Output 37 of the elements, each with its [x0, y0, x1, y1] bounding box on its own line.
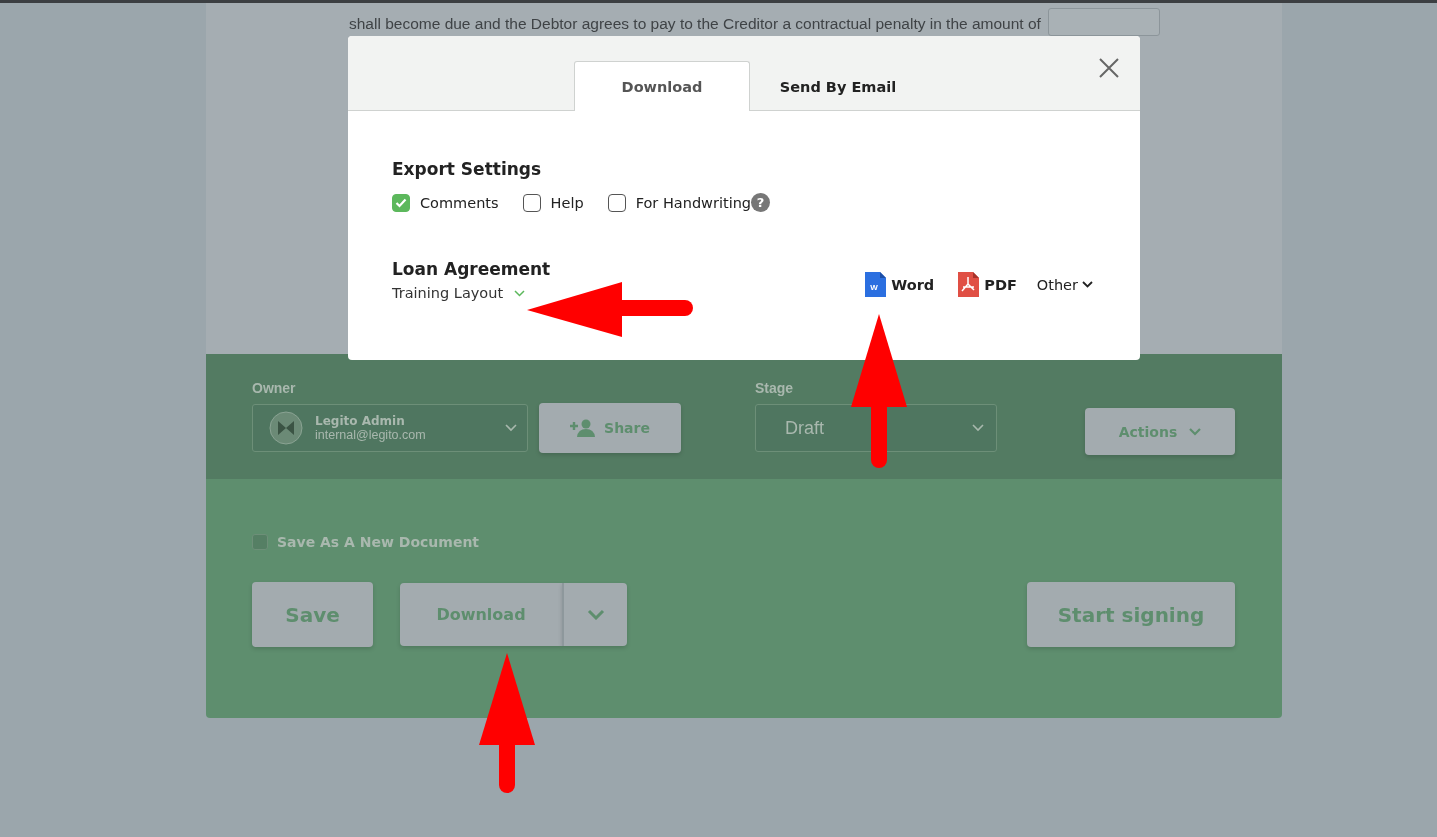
dialog-tab[interactable]: Download	[574, 61, 750, 111]
chevron-down-icon	[505, 424, 517, 432]
document-title: Loan Agreement	[392, 259, 551, 279]
add-user-icon	[570, 419, 597, 437]
section-title: Export Settings	[392, 159, 543, 179]
chevron-down-icon	[586, 609, 605, 620]
owner-label: Owner	[252, 380, 297, 396]
help-icon[interactable]: ?	[751, 193, 771, 212]
chevron-down-icon	[1189, 427, 1202, 436]
chevron-down-icon	[514, 289, 526, 297]
checkbox-label: Save As A New Document	[277, 534, 480, 550]
export-format-button[interactable]: W Word	[865, 272, 935, 297]
document-text: shall become due and the Debtor agrees to pay to the Creditor a contractual penalty in the amount of	[349, 15, 1041, 33]
owner-select[interactable]: Legito Admin internal@legito.com	[252, 404, 528, 452]
owner-name: Legito Admin	[315, 414, 406, 428]
checkbox-label: For Handwriting	[635, 194, 752, 211]
stage-label: Stage	[755, 380, 795, 396]
checkbox-label: Comments	[420, 194, 499, 211]
stage-select[interactable]: Draft	[755, 404, 997, 452]
checkbox[interactable]	[522, 193, 541, 212]
download-menu-button[interactable]	[562, 583, 627, 646]
dialog-tab[interactable]: Send By Email	[750, 61, 926, 111]
close-icon[interactable]	[1099, 58, 1119, 78]
word-file-icon: W	[865, 272, 887, 297]
checkbox[interactable]	[392, 193, 410, 212]
pdf-file-icon	[958, 272, 980, 297]
export-format-button[interactable]: Other	[1036, 272, 1093, 297]
layout-select[interactable]: Training Layout	[392, 285, 551, 301]
checkbox[interactable]	[252, 534, 268, 550]
export-format-button[interactable]: PDF	[958, 272, 1017, 297]
checkbox-label: Help	[550, 194, 584, 211]
chevron-down-icon	[972, 424, 984, 432]
owner-email: internal@legito.com	[315, 428, 427, 442]
checkbox[interactable]	[607, 193, 626, 212]
chevron-down-icon	[1082, 281, 1093, 288]
avatar-icon	[269, 411, 303, 445]
amount-input-field[interactable]	[1047, 8, 1160, 36]
